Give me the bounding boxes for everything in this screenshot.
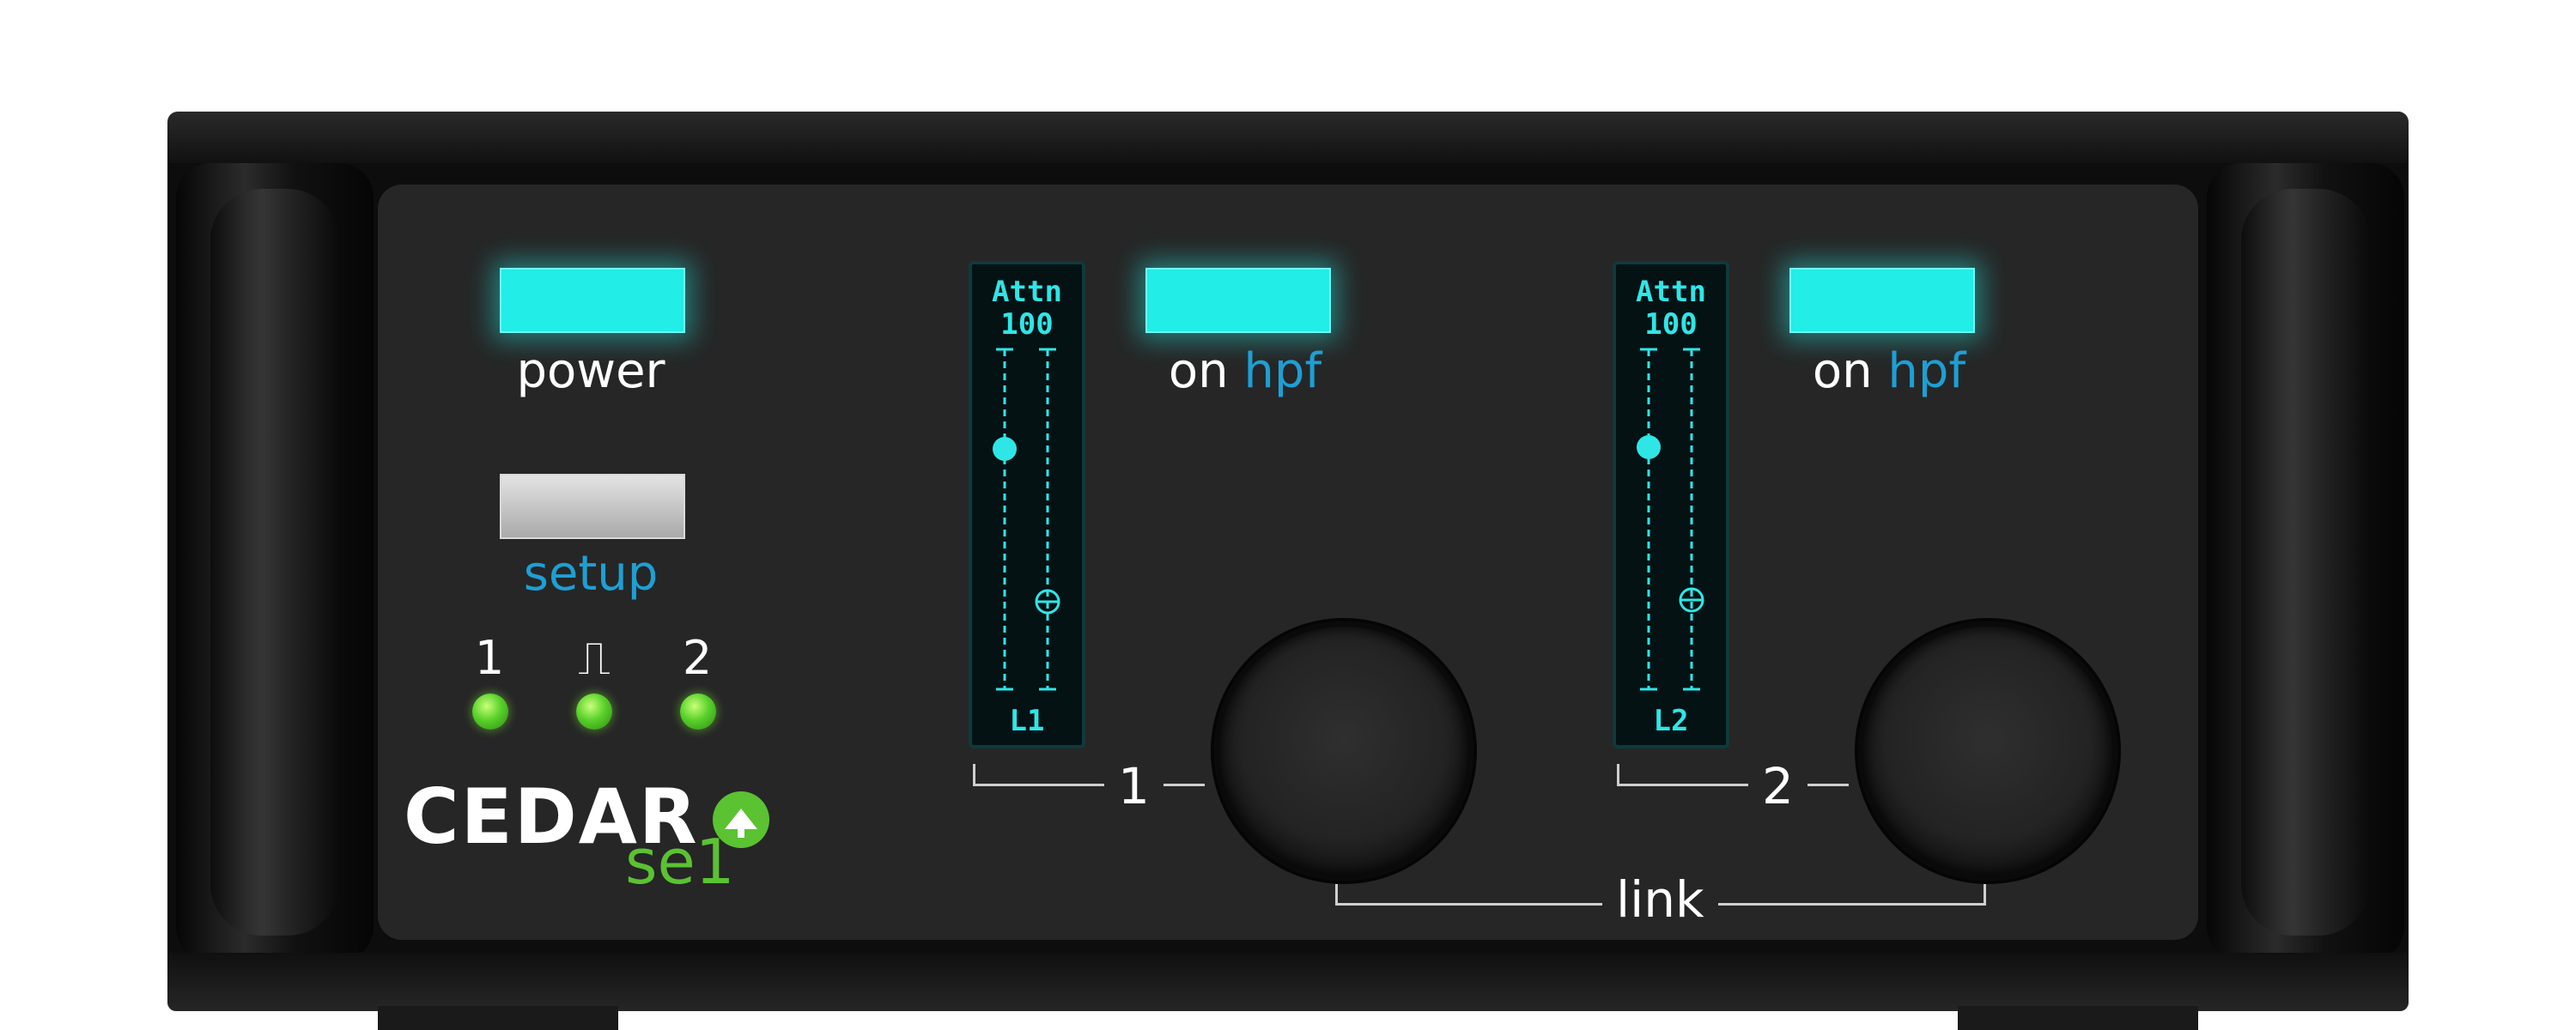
- led-label-1: 1: [474, 631, 505, 685]
- led-label-pulse: ⎍: [578, 631, 611, 685]
- meter-value-1: 100: [1000, 307, 1054, 342]
- right-handle: [2207, 163, 2404, 961]
- setup-label: setup: [523, 546, 659, 602]
- channel-2-bracket-line: [1617, 784, 1849, 786]
- setup-button[interactable]: [500, 474, 685, 539]
- link-label: link: [1602, 870, 1718, 929]
- led-1: [472, 694, 508, 730]
- channel-1-on-label: on: [1168, 343, 1229, 399]
- channel-2-bracket-tick: [1617, 764, 1619, 785]
- meter-title-2: Attn: [1636, 275, 1706, 309]
- meter-value-2: 100: [1644, 307, 1698, 342]
- channel-1-knob[interactable]: [1214, 621, 1473, 881]
- channel-2-hpf-label: hpf: [1887, 343, 1966, 399]
- meter-footer-1: L1: [1009, 704, 1045, 738]
- channel-1-hpf-label: hpf: [1243, 343, 1322, 399]
- channel-2-button-label: on hpf: [1760, 343, 2018, 399]
- attenuation-meter-1: Attn 100 L1: [969, 261, 1085, 748]
- channel-2-hpf-button[interactable]: [1789, 268, 1975, 333]
- link-bracket-right-tick: [1984, 884, 1986, 905]
- channel-1-hpf-button[interactable]: [1145, 268, 1331, 333]
- attenuation-meter-2: Attn 100 L2: [1613, 261, 1729, 748]
- channel-1-bracket-line: [973, 784, 1205, 786]
- led-label-2: 2: [682, 631, 713, 685]
- right-foot: [1958, 1006, 2198, 1030]
- meter-scale-1: [993, 348, 1060, 691]
- channel-2-on-label: on: [1812, 343, 1873, 399]
- meter-title-1: Attn: [992, 275, 1062, 309]
- led-2: [680, 694, 716, 730]
- device-bottom-edge: [167, 953, 2409, 1011]
- left-foot: [378, 1006, 618, 1030]
- power-label: power: [516, 343, 665, 399]
- channel-2-label: 2: [1748, 757, 1807, 815]
- channel-1-bracket-tick: [973, 764, 975, 785]
- model-logo: se1: [625, 826, 735, 898]
- channel-2-knob[interactable]: [1858, 621, 2117, 881]
- channel-1-button-label: on hpf: [1116, 343, 1374, 399]
- channel-1-label: 1: [1104, 757, 1163, 815]
- power-button[interactable]: [500, 268, 685, 333]
- meter-footer-2: L2: [1653, 704, 1689, 738]
- link-bracket-left-tick: [1335, 884, 1338, 905]
- left-handle: [176, 163, 374, 961]
- meter-scale-2: [1637, 348, 1704, 691]
- led-pulse: [576, 694, 612, 730]
